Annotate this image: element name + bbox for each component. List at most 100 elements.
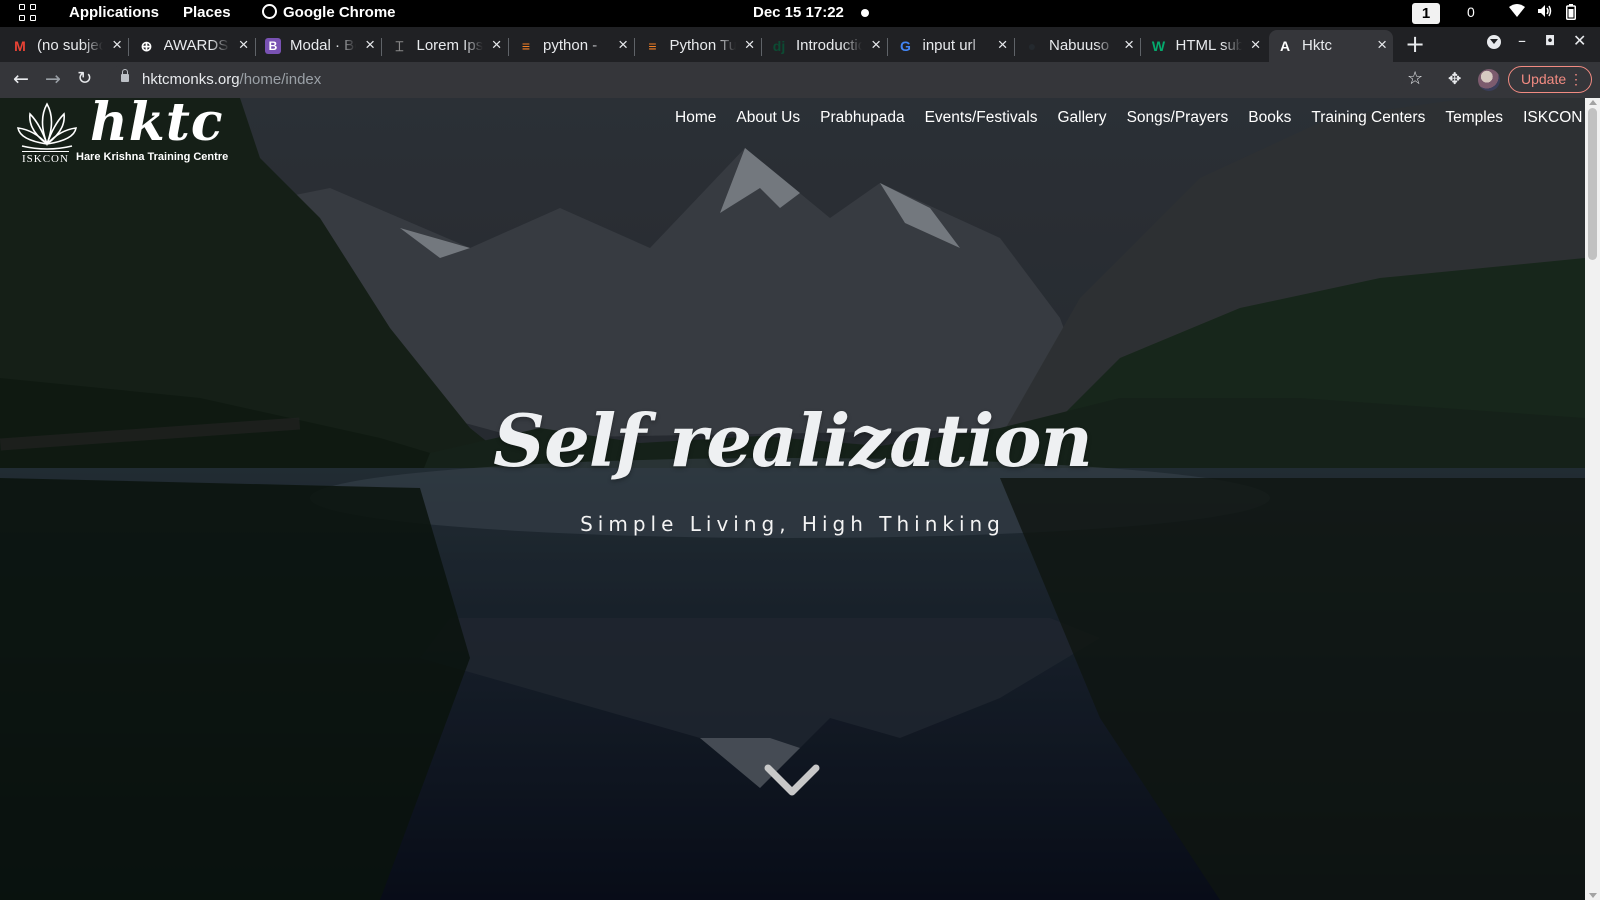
scrollbar-thumb[interactable] [1588, 108, 1597, 260]
w3schools-icon: W [1151, 38, 1166, 54]
nav-link-about-us[interactable]: About Us [736, 109, 800, 127]
battery-icon[interactable] [1566, 4, 1576, 23]
notification-dot [861, 9, 869, 17]
site-icon: A [1279, 38, 1291, 54]
logo-wordmark: hktc [90, 98, 224, 153]
focused-app-label: Google Chrome [283, 4, 396, 21]
tab-6[interactable]: dj Introduction × [763, 30, 888, 62]
back-icon[interactable]: ← [13, 68, 29, 90]
url-text[interactable]: hktcmonks.org/home/index [142, 71, 321, 88]
tab-8[interactable]: ● Nabuuso × [1016, 30, 1141, 62]
forward-icon[interactable]: → [45, 68, 61, 90]
maximize-icon[interactable]: ◘ [1545, 34, 1555, 49]
globe-icon: ⊕ [140, 38, 153, 54]
tab-1[interactable]: ⊕ AWARDS × [131, 30, 256, 62]
clock[interactable]: Dec 15 17:22 [753, 4, 844, 21]
tab-close-icon[interactable]: × [112, 35, 122, 55]
minimize-icon[interactable]: – [1518, 31, 1526, 50]
tab-close-icon[interactable]: × [365, 35, 375, 55]
hero-title: Self realization [493, 398, 1093, 483]
tab-close-icon[interactable]: × [745, 35, 755, 55]
nav-link-prabhupada[interactable]: Prabhupada [820, 109, 904, 127]
page-viewport: hktc ISKCON Hare Krishna Training Centre… [0, 98, 1585, 900]
gmail-icon: M [14, 38, 26, 54]
scroll-up-arrow-icon[interactable] [1589, 100, 1597, 105]
window-close-icon[interactable]: ✕ [1573, 31, 1586, 50]
scroll-down-chevron-icon[interactable] [764, 762, 820, 798]
system-top-bar: Applications Places Google Chrome Dec 15… [0, 0, 1600, 27]
nav-link-books[interactable]: Books [1248, 109, 1291, 127]
nav-link-events-festivals[interactable]: Events/Festivals [925, 109, 1038, 127]
stackoverflow-icon: ≡ [648, 38, 657, 54]
tab-5[interactable]: ≡ Python Tutorial × [637, 30, 762, 62]
chrome-icon [262, 4, 277, 19]
tab-title: Lorem Ipsum [416, 37, 483, 54]
tab-title: python - [543, 37, 598, 54]
app-grid-icon[interactable] [19, 4, 37, 22]
tab-title: Python Tutorial [669, 37, 736, 54]
tab-title: (no subject) [37, 37, 103, 54]
nav-link-home[interactable]: Home [675, 109, 716, 127]
url-path: /home/index [239, 71, 322, 88]
tab-9[interactable]: W HTML submit × [1143, 30, 1267, 62]
nav-link-songs-prayers[interactable]: Songs/Prayers [1127, 109, 1229, 127]
browser-toolbar: ← → ↻ hktcmonks.org/home/index [0, 62, 1600, 98]
logo-subtitle: Hare Krishna Training Centre [76, 151, 229, 163]
tab-10[interactable]: A Hktc × [1269, 30, 1393, 62]
tab-close-icon[interactable]: × [998, 35, 1008, 55]
tab-close-icon[interactable]: × [618, 35, 628, 55]
tab-2[interactable]: B Modal · Bootstrap × [257, 30, 382, 62]
django-icon: dj [772, 38, 786, 54]
page-scrollbar[interactable] [1585, 98, 1600, 900]
nav-link-iskcon[interactable]: ISKCON [1523, 109, 1582, 127]
tab-title: Introduction [796, 37, 862, 54]
tab-title: AWARDS [163, 37, 229, 54]
nav-link-temples[interactable]: Temples [1445, 109, 1503, 127]
lotus-icon [17, 102, 77, 150]
tab-close-icon[interactable]: × [1251, 35, 1261, 55]
tab-title: input url [922, 37, 976, 54]
applications-menu[interactable]: Applications [69, 4, 159, 21]
tab-close-icon[interactable]: × [492, 35, 502, 55]
site-logo[interactable]: hktc ISKCON Hare Krishna Training Centre [16, 98, 228, 165]
tab-0[interactable]: M (no subject) × [4, 30, 129, 62]
nav-link-training-centers[interactable]: Training Centers [1311, 109, 1425, 127]
tab-search-icon[interactable] [1487, 35, 1501, 49]
lorem-icon: ⌶ [395, 38, 404, 54]
update-button[interactable]: Update ⋮ [1508, 66, 1592, 93]
logo-iskcon: ISKCON [22, 151, 69, 165]
tab-title: HTML submit [1175, 37, 1242, 54]
extensions-icon[interactable]: ✥ [1448, 69, 1461, 88]
tab-strip: M (no subject) × ⊕ AWARDS × B Modal · Bootstrap… [0, 27, 1600, 62]
workspace-indicator[interactable]: 1 [1412, 3, 1440, 24]
nav-link-gallery[interactable]: Gallery [1057, 109, 1106, 127]
tab-close-icon[interactable]: × [1124, 35, 1134, 55]
tray-counter[interactable]: 0 [1467, 4, 1475, 20]
tab-3[interactable]: ⌶ Lorem Ipsum × [384, 30, 509, 62]
profile-avatar[interactable] [1478, 69, 1500, 91]
github-icon: ● [1027, 38, 1037, 54]
tab-7[interactable]: Ginput url × [890, 30, 1015, 62]
tab-close-icon[interactable]: × [1377, 35, 1387, 55]
tab-close-icon[interactable]: × [239, 35, 249, 55]
tab-close-icon[interactable]: × [871, 35, 881, 55]
update-label: Update [1521, 71, 1567, 87]
tab-title: Hktc [1302, 37, 1332, 54]
reload-icon[interactable]: ↻ [77, 68, 92, 89]
focused-app-menu[interactable]: Google Chrome [262, 4, 396, 21]
stackoverflow-icon: ≡ [521, 38, 531, 54]
tab-title: Nabuuso [1049, 37, 1110, 54]
places-menu[interactable]: Places [183, 4, 231, 21]
tab-title: Modal · Bootstrap [290, 37, 356, 54]
bookmark-star-icon[interactable]: ☆ [1407, 68, 1423, 89]
tab-4[interactable]: ≡ python - × [510, 30, 635, 62]
new-tab-button[interactable]: + [1405, 30, 1425, 58]
address-bar[interactable]: hktcmonks.org/home/index [108, 65, 1403, 95]
scroll-down-arrow-icon[interactable] [1589, 893, 1597, 898]
bootstrap-icon: B [265, 38, 281, 54]
menu-kebab-icon[interactable]: ⋮ [1569, 67, 1583, 91]
volume-icon[interactable] [1537, 4, 1553, 21]
wifi-icon[interactable] [1509, 4, 1525, 21]
lock-icon[interactable] [121, 69, 129, 82]
hero-subtitle: Simple Living, High Thinking [580, 512, 1005, 536]
